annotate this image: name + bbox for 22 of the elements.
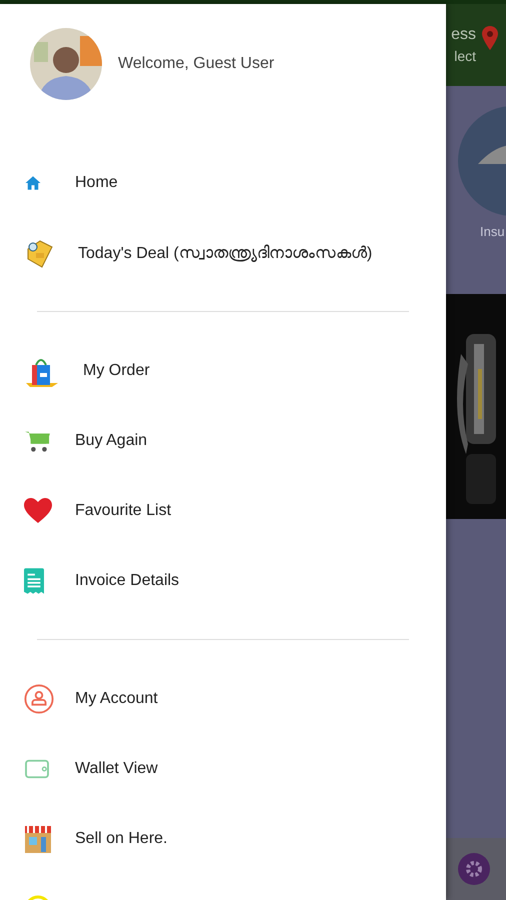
home-icon [24, 174, 42, 192]
category-label: Insu [480, 224, 505, 239]
header-text: lect [454, 48, 476, 64]
menu-item[interactable]: Wallet View [0, 734, 446, 804]
location-pin-icon[interactable] [482, 26, 498, 50]
heart-icon [24, 498, 52, 524]
menu-item[interactable]: Buy Again [0, 406, 446, 476]
menu-item[interactable]: My Order [0, 336, 446, 406]
settings-icon[interactable] [458, 853, 490, 885]
menu-item[interactable]: My Account [0, 664, 446, 734]
menu-item[interactable]: Sell on Here. [0, 804, 446, 874]
cart-icon [24, 429, 52, 453]
menu-item[interactable]: Home [0, 148, 446, 218]
receipt-icon [24, 568, 44, 594]
menu-item[interactable]: Invoice Details [0, 546, 446, 616]
user-circle-icon [24, 684, 54, 714]
menu-item[interactable]: Today's Deal (സ്വാതന്ത്ര്യദിനാശംസകൾ) [0, 218, 446, 288]
welcome-text: Welcome, Guest User [118, 55, 274, 73]
header-text: ess [451, 26, 476, 44]
menu-item[interactable]: Favourite List [0, 476, 446, 546]
wallet-icon [24, 758, 50, 780]
storefront-icon [24, 825, 52, 853]
